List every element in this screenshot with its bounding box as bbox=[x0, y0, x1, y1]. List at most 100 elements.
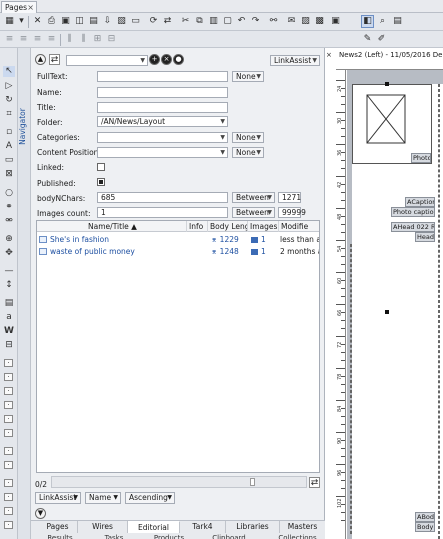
sort-order-select[interactable]: Ascending ▼ bbox=[125, 492, 175, 504]
tab-tasks[interactable]: Tasks bbox=[94, 533, 134, 539]
export-icon[interactable]: ⇩ bbox=[102, 16, 113, 27]
align-center-icon[interactable]: ≡ bbox=[18, 34, 29, 45]
grid-icon[interactable]: ▦ bbox=[4, 16, 15, 27]
cross-box-tool-icon[interactable]: ⊠ bbox=[3, 169, 15, 180]
categories-select[interactable]: ▼ bbox=[97, 132, 228, 143]
navigator-toggle-icon[interactable]: ◧ bbox=[361, 15, 374, 28]
frame-tool-5-icon[interactable]: · bbox=[4, 415, 13, 423]
frame-tool-7-icon[interactable]: · bbox=[4, 447, 13, 455]
column-header-modified[interactable]: Modifie bbox=[279, 221, 319, 232]
frame-tool-11-icon[interactable]: · bbox=[4, 507, 13, 515]
column-header-body[interactable]: Body Leng bbox=[208, 221, 248, 232]
pencil-icon[interactable]: ✐ bbox=[376, 34, 387, 45]
italic-tool-icon[interactable]: a bbox=[3, 312, 15, 323]
tab-pages[interactable]: Pages bbox=[38, 521, 78, 533]
rotate-icon[interactable]: ↻ bbox=[3, 95, 15, 106]
tab-wires[interactable]: Wires bbox=[78, 521, 128, 533]
zoom-icon[interactable]: ⌕ bbox=[377, 16, 388, 27]
list-refresh-icon[interactable]: ⇄ bbox=[309, 477, 320, 488]
fulltext-input[interactable] bbox=[97, 71, 228, 82]
save-as-icon[interactable]: ◫ bbox=[74, 16, 85, 27]
view-icon[interactable]: ▤ bbox=[88, 16, 99, 27]
list-item[interactable]: She's in fashion ⌆ 1229 1 less than a m bbox=[37, 234, 319, 246]
unlink-tool-icon[interactable]: ⚮ bbox=[3, 216, 15, 227]
frame-tool-6-icon[interactable]: · bbox=[4, 429, 13, 437]
tab-clipboard[interactable]: Clipboard bbox=[206, 533, 252, 539]
images-count-op-select[interactable]: Between ▼ bbox=[232, 207, 275, 218]
page-icon[interactable]: ▭ bbox=[130, 16, 141, 27]
frame-tool-12-icon[interactable]: · bbox=[4, 521, 13, 529]
save-icon[interactable]: ▣ bbox=[60, 16, 71, 27]
align-right-icon[interactable]: ≡ bbox=[32, 34, 43, 45]
link-assist-select[interactable]: LinkAssist ▼ bbox=[270, 55, 320, 66]
text-tool-icon[interactable]: A bbox=[3, 141, 15, 152]
pen-icon[interactable]: ✎ bbox=[362, 34, 373, 45]
sort-field-select[interactable]: Name ▼ bbox=[85, 492, 121, 504]
close-icon[interactable]: × bbox=[27, 2, 34, 13]
query-select[interactable]: ▼ bbox=[66, 55, 148, 66]
column-header-name[interactable]: Name/Title ▲ bbox=[37, 221, 187, 232]
space-icon[interactable]: ⫼ bbox=[78, 34, 89, 45]
tab-results[interactable]: Results bbox=[40, 533, 80, 539]
column-header-info[interactable]: Info bbox=[187, 221, 208, 232]
cut-icon[interactable]: ✂ bbox=[180, 16, 191, 27]
link-tool-icon[interactable]: ⚭ bbox=[3, 202, 15, 213]
refresh-icon[interactable]: ⟳ bbox=[148, 16, 159, 27]
pages-window-tab[interactable]: Pages × bbox=[1, 1, 37, 13]
paste-icon[interactable]: ▥ bbox=[208, 16, 219, 27]
content-position-select[interactable]: ▼ bbox=[97, 147, 228, 158]
link-icon[interactable]: ⚯ bbox=[268, 16, 279, 27]
notes-tool-icon[interactable]: ▤ bbox=[3, 298, 15, 309]
frame-tool-8-icon[interactable]: · bbox=[4, 461, 13, 469]
expand-icon[interactable]: ▼ bbox=[35, 508, 46, 519]
frame-tool-4-icon[interactable]: · bbox=[4, 401, 13, 409]
tab-tark4[interactable]: Tark4 bbox=[180, 521, 226, 533]
tab-libraries[interactable]: Libraries bbox=[226, 521, 280, 533]
tab-products[interactable]: Products bbox=[146, 533, 192, 539]
image-icon[interactable]: ▨ bbox=[300, 16, 311, 27]
frame-tool-1-icon[interactable]: · bbox=[4, 359, 13, 367]
ruler-tool-icon[interactable]: ↕ bbox=[3, 280, 15, 291]
justify-icon[interactable]: ≡ bbox=[46, 34, 57, 45]
fulltext-mode-select[interactable]: None ▼ bbox=[232, 71, 264, 82]
title-input[interactable] bbox=[97, 102, 228, 113]
rectangle-tool-icon[interactable]: ▭ bbox=[3, 155, 15, 166]
collapse-icon[interactable]: ▲ bbox=[35, 54, 46, 65]
horizontal-scrollbar[interactable] bbox=[51, 476, 307, 488]
frame-tool-2-icon[interactable]: · bbox=[4, 373, 13, 381]
ungroup-icon[interactable]: ⊟ bbox=[106, 34, 117, 45]
flow-icon[interactable]: ⇄ bbox=[162, 16, 173, 27]
selection-handle[interactable] bbox=[385, 310, 389, 314]
tab-collections[interactable]: Collections bbox=[270, 533, 325, 539]
folder-select[interactable]: /AN/News/Layout ▼ bbox=[97, 116, 228, 127]
list-item[interactable]: waste of public money ⌆ 1248 1 2 months … bbox=[37, 246, 319, 258]
frame-tool-3-icon[interactable]: · bbox=[4, 387, 13, 395]
sort-link-assist-select[interactable]: LinkAssist ▼ bbox=[35, 492, 81, 504]
group-icon[interactable]: ⊞ bbox=[92, 34, 103, 45]
selection-handle[interactable] bbox=[385, 82, 389, 86]
bodynchars-max-input[interactable]: 1271 bbox=[278, 192, 301, 203]
word-tool-icon[interactable]: W bbox=[3, 326, 15, 337]
pointer-icon[interactable]: ↖ bbox=[3, 66, 15, 77]
frame-tool-10-icon[interactable]: · bbox=[4, 493, 13, 501]
categories-mode-select[interactable]: None ▼ bbox=[232, 132, 264, 143]
content-position-mode-select[interactable]: None ▼ bbox=[232, 147, 264, 158]
copy-icon[interactable]: ⧉ bbox=[194, 16, 205, 27]
clipboard-icon[interactable]: ▢ bbox=[222, 16, 233, 27]
chart-icon[interactable]: ▩ bbox=[314, 16, 325, 27]
tab-editorial[interactable]: Editorial bbox=[128, 521, 180, 533]
picture-tool-icon[interactable]: ▫ bbox=[3, 127, 15, 138]
dropdown-arrow-icon[interactable]: ▾ bbox=[16, 16, 27, 27]
bodynchars-input[interactable]: 685 bbox=[97, 192, 228, 203]
zoom-tool-icon[interactable]: ⊕ bbox=[3, 234, 15, 245]
remove-icon[interactable]: × bbox=[161, 54, 172, 65]
ellipse-tool-icon[interactable]: ○ bbox=[3, 188, 15, 199]
style-tool-icon[interactable]: ⊟ bbox=[3, 340, 15, 351]
bodynchars-op-select[interactable]: Between ▼ bbox=[232, 192, 275, 203]
line-tool-icon[interactable]: — bbox=[3, 266, 15, 277]
undo-icon[interactable]: ↶ bbox=[236, 16, 247, 27]
redo-icon[interactable]: ↷ bbox=[250, 16, 261, 27]
crop-icon[interactable]: ⌗ bbox=[3, 109, 15, 120]
picture-frame[interactable]: Photo bbox=[352, 84, 432, 164]
direct-select-icon[interactable]: ▷ bbox=[3, 81, 15, 92]
